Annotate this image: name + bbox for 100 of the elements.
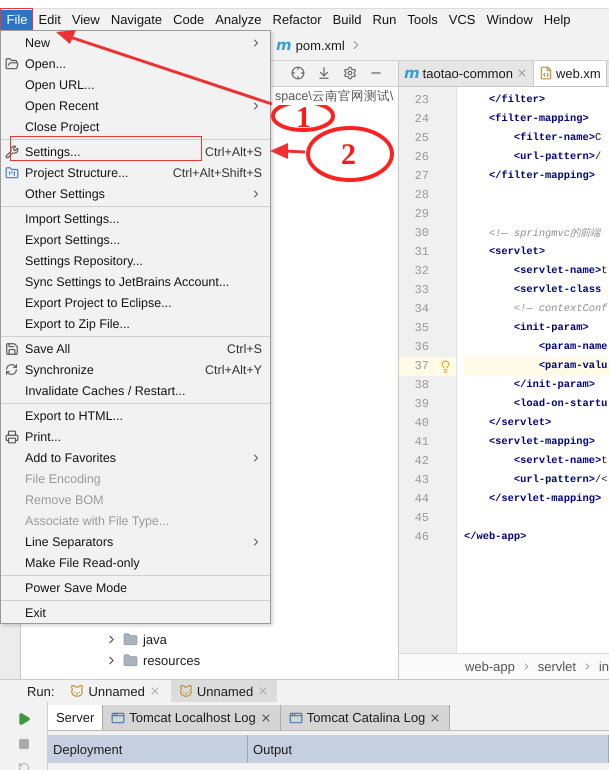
menu-item[interactable]: Open... — [1, 53, 270, 74]
window-icon — [111, 710, 126, 724]
menu-bar-item[interactable]: Refactor — [266, 10, 328, 30]
breadcrumb[interactable]: web-app — [465, 659, 515, 674]
line-number: 29 — [414, 207, 429, 222]
menu-item[interactable]: Other Settings — [1, 183, 270, 204]
folder-icon — [123, 632, 138, 647]
menu-item-label: Export Project to Eclipse... — [25, 296, 172, 310]
close-icon[interactable] — [260, 712, 272, 724]
line-number: 31 — [414, 245, 429, 260]
menu-item[interactable]: New — [1, 32, 270, 53]
menu-bar-item[interactable]: Navigate — [105, 10, 168, 30]
breadcrumb[interactable]: in — [598, 659, 609, 674]
menu-item[interactable]: Open URL... — [1, 74, 270, 95]
tab-label: web.xm — [556, 66, 601, 81]
run-tab[interactable]: Unnamed — [62, 680, 169, 702]
file-icon — [538, 66, 553, 80]
column-header[interactable]: Output — [248, 735, 609, 763]
menu-item[interactable]: Import Settings... — [1, 208, 270, 229]
breadcrumb[interactable]: servlet — [538, 659, 576, 674]
line-number: 45 — [414, 511, 429, 526]
menu-item[interactable]: Export Settings... — [1, 229, 270, 250]
menu-bar-item[interactable]: Edit — [32, 10, 66, 30]
line-number: 41 — [414, 435, 429, 450]
log-tab[interactable]: Tomcat Localhost Log — [103, 705, 281, 730]
menu-bar-item[interactable]: File — [1, 10, 33, 30]
menu-item-label: Export Settings... — [25, 232, 120, 246]
collapse-icon[interactable] — [317, 66, 331, 80]
tree-item[interactable]: java — [143, 632, 167, 647]
menu-bar-item[interactable]: Run — [367, 10, 402, 30]
menu-item[interactable]: Line Separators — [1, 531, 270, 552]
tree-item[interactable]: resources — [143, 653, 200, 668]
breadcrumb-file[interactable]: pom.xml — [296, 38, 345, 53]
tab-label: Unnamed — [196, 684, 254, 698]
menu-item[interactable]: Export Project to Eclipse... — [1, 292, 270, 313]
cat-icon — [70, 684, 84, 698]
line-number: 39 — [414, 397, 429, 412]
menu-bar-item[interactable]: Tools — [402, 10, 444, 30]
run-tab[interactable]: Unnamed — [170, 680, 278, 702]
log-tab[interactable]: Server — [48, 705, 104, 730]
menu-bar-item[interactable]: Code — [168, 10, 210, 30]
tab-label: Unnamed — [88, 684, 145, 698]
maven-icon: m — [404, 64, 420, 82]
menu-item[interactable]: Export to Zip File... — [1, 313, 270, 334]
line-number: 33 — [414, 283, 429, 298]
code-line: <!— springmvc的前端 — [488, 226, 600, 240]
code-line: <servlet-class — [512, 284, 602, 296]
menu-item-label: Add to Favorites — [25, 450, 116, 464]
menu-item-label: Settings... — [25, 144, 81, 158]
folder-open-icon — [5, 57, 19, 71]
menu-item[interactable]: Save All Ctrl+S — [1, 338, 270, 359]
editor-tab[interactable]: web.xm — [534, 60, 607, 86]
line-number: 38 — [414, 378, 429, 392]
menu-item-label: Line Separators — [25, 534, 114, 548]
menu-item-label: Associate with File Type... — [25, 514, 170, 528]
code-line: </servlet> — [488, 417, 552, 430]
menu-item-label: Make File Read-only — [25, 556, 140, 570]
log-tab[interactable]: Tomcat Catalina Log — [280, 705, 450, 730]
cat-icon — [178, 684, 193, 698]
menu-item[interactable]: Make File Read-only — [1, 552, 270, 573]
menu-bar-item[interactable]: View — [66, 10, 106, 30]
annotation-number: 2 — [341, 140, 356, 170]
menu-item[interactable]: Open Recent — [1, 95, 270, 116]
column-header[interactable]: Deployment — [48, 735, 248, 763]
menu-item-label: Import Settings... — [25, 212, 120, 226]
menu-bar-item[interactable]: Analyze — [210, 10, 267, 30]
menu-item[interactable]: Synchronize Ctrl+Alt+Y — [1, 359, 270, 380]
shortcut: Ctrl+Alt+S — [205, 144, 262, 158]
menu-item[interactable]: Exit — [1, 602, 270, 623]
menu-item[interactable]: Project Structure... Ctrl+Alt+Shift+S — [1, 162, 270, 183]
pointer-arrow — [270, 143, 306, 159]
menu-item[interactable]: Close Project — [1, 116, 270, 137]
line-number: 42 — [414, 454, 429, 468]
menu-item[interactable]: Add to Favorites — [1, 447, 270, 468]
annotation-number: 1 — [296, 103, 311, 133]
line-number: 26 — [414, 150, 429, 164]
menu-item-label: Sync Settings to JetBrains Account... — [25, 274, 230, 288]
menu-bar-item[interactable]: Window — [480, 10, 538, 30]
code-line: <servlet-name>t — [512, 455, 608, 468]
menu-item[interactable]: Export to HTML... — [1, 405, 270, 426]
line-number: 34 — [414, 302, 429, 316]
menu-bar-item[interactable]: VCS — [443, 10, 481, 30]
settings-icon[interactable] — [343, 66, 357, 80]
menu-item[interactable]: Invalidate Caches / Restart... — [1, 380, 270, 401]
code-line: <servlet-mapping> — [488, 436, 595, 448]
menu-item[interactable]: Sync Settings to JetBrains Account... — [1, 271, 270, 292]
close-icon[interactable] — [429, 712, 442, 724]
menu-item[interactable]: Settings... Ctrl+Alt+S — [1, 141, 270, 162]
code-line: </web-app> — [464, 531, 526, 544]
menu-bar-item[interactable]: Help — [538, 10, 576, 30]
crosshair-icon[interactable] — [291, 66, 305, 80]
menu-item[interactable]: Power Save Mode — [1, 577, 270, 598]
menu-item[interactable]: Settings Repository... — [1, 250, 270, 271]
menu-item[interactable]: Print... — [1, 426, 270, 447]
code-line: </init-param> — [512, 379, 595, 392]
run-icon[interactable] — [16, 712, 30, 726]
line-number: 37 — [414, 359, 429, 374]
menu-bar-item[interactable]: Build — [327, 10, 368, 30]
line-number: 43 — [414, 473, 429, 488]
tab-label: Server — [56, 710, 94, 725]
